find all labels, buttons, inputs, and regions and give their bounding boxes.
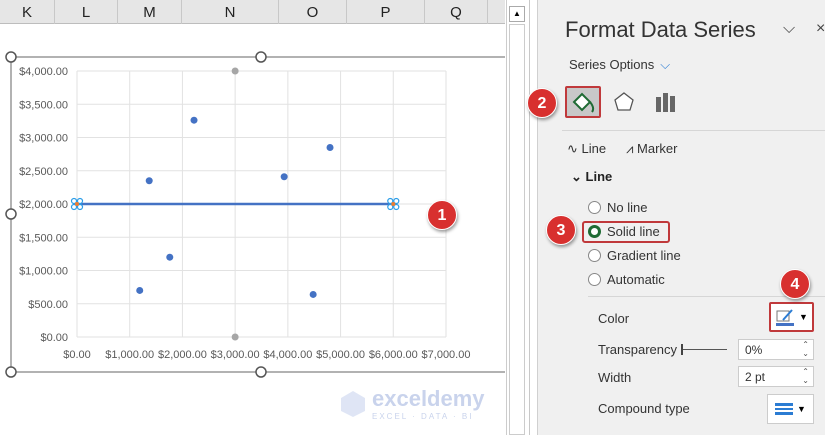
format-data-series-pane: Format Data Series ⌵ × Series Options ⌵ ∿… <box>537 0 825 435</box>
step-badge-4: 4 <box>780 269 810 299</box>
exceldemy-logo-icon <box>341 390 365 417</box>
line-icon: ∿ <box>567 141 582 156</box>
radio-icon <box>588 273 601 286</box>
y-tick-label: $3,000.00 <box>19 133 68 145</box>
no-line-radio[interactable]: No line <box>588 200 647 215</box>
compound-type-label: Compound type <box>598 401 690 416</box>
width-input[interactable]: 2 pt ⌃ ⌄ <box>738 366 814 387</box>
radio-label: Gradient line <box>607 248 681 263</box>
width-label: Width <box>598 370 632 385</box>
data-point[interactable] <box>280 173 288 181</box>
y-tick-label: $1,500.00 <box>19 232 68 244</box>
y-tick-label: $1,000.00 <box>19 266 68 278</box>
line-color-picker[interactable]: ▼ <box>769 302 814 332</box>
data-point[interactable] <box>136 286 144 294</box>
fill-line-tab[interactable] <box>565 86 601 118</box>
transparency-slider[interactable] <box>681 344 727 355</box>
x-tick-label: $4,000.00 <box>263 349 312 361</box>
width-value: 2 pt <box>745 370 766 384</box>
y-tick-label: $2,500.00 <box>19 166 68 178</box>
scroll-track[interactable] <box>509 24 525 435</box>
step-badge-2: 2 <box>527 88 557 118</box>
pane-title: Format Data Series <box>565 17 756 42</box>
transparency-value: 0% <box>745 343 763 357</box>
dropdown-arrow-icon: ▼ <box>799 312 808 322</box>
line-section-header[interactable]: ⌄ Line <box>571 169 612 185</box>
x-tick-label: $1,000.00 <box>105 349 154 361</box>
y-tick-label: $0.00 <box>40 332 68 344</box>
resize-handle[interactable] <box>5 366 17 378</box>
data-point[interactable] <box>309 290 317 298</box>
radio-icon <box>588 249 601 262</box>
chevron-down-icon: ⌄ <box>571 169 586 184</box>
compound-lines-icon <box>775 403 794 415</box>
series-options-tab[interactable] <box>648 86 684 118</box>
vertical-scrollbar[interactable]: ▲ <box>506 0 528 435</box>
dropdown-arrow-icon: ▼ <box>797 404 806 414</box>
radio-icon <box>588 201 601 214</box>
gradient-line-radio[interactable]: Gradient line <box>588 248 681 263</box>
marker-icon: ⩘ <box>626 141 638 156</box>
data-point[interactable] <box>190 116 198 124</box>
paint-bucket-icon <box>572 92 595 113</box>
data-point[interactable] <box>326 143 334 151</box>
pentagon-icon <box>614 92 634 111</box>
resize-handle[interactable] <box>5 51 17 63</box>
solid-line-radio[interactable]: Solid line <box>588 224 660 239</box>
effects-tab[interactable] <box>606 86 642 118</box>
step-badge-3: 3 <box>546 215 576 245</box>
step-badge-1: 1 <box>427 200 457 230</box>
y-tick-label: $2,000.00 <box>19 199 68 211</box>
x-tick-label: $2,000.00 <box>158 349 207 361</box>
x-tick-label: $6,000.00 <box>369 349 418 361</box>
data-point[interactable] <box>145 177 153 185</box>
line-tab[interactable]: ∿ Line <box>567 141 606 157</box>
watermark: exceldemy EXCEL · DATA · BI <box>340 386 485 421</box>
radio-label: No line <box>607 200 648 215</box>
y-tick-label: $3,500.00 <box>19 99 68 111</box>
data-point[interactable] <box>231 67 239 75</box>
spinner-icon[interactable]: ⌃ ⌄ <box>802 367 809 385</box>
x-tick-label: $7,000.00 <box>422 349 471 361</box>
automatic-radio[interactable]: Automatic <box>588 272 665 287</box>
x-tick-label: $0.00 <box>63 349 91 361</box>
bar-chart-icon <box>656 93 675 112</box>
compound-type-dropdown[interactable]: ▼ <box>767 394 814 424</box>
slider-thumb[interactable] <box>681 344 683 355</box>
line-section-label: Line <box>585 169 613 184</box>
y-tick-label: $500.00 <box>28 299 68 311</box>
radio-label: Automatic <box>607 272 665 287</box>
chevron-down-icon: ⌵ <box>660 57 671 72</box>
scroll-up-icon[interactable]: ▲ <box>509 6 525 22</box>
data-point[interactable] <box>231 333 239 341</box>
resize-handle[interactable] <box>5 208 17 220</box>
marker-tab-label: Marker <box>637 141 678 156</box>
x-tick-label: $5,000.00 <box>316 349 365 361</box>
series-options-dropdown[interactable]: Series Options ⌵ <box>569 57 670 73</box>
data-point[interactable] <box>166 253 174 261</box>
color-label: Color <box>598 311 630 326</box>
y-tick-label: $4,000.00 <box>19 66 68 78</box>
line-endpoint[interactable] <box>391 202 396 206</box>
transparency-label: Transparency <box>598 342 677 357</box>
x-tick-label: $3,000.00 <box>211 349 260 361</box>
close-icon[interactable]: × <box>816 20 825 38</box>
line-tab-label: Line <box>581 141 607 156</box>
resize-handle[interactable] <box>255 51 267 63</box>
radio-label: Solid line <box>607 224 660 239</box>
transparency-input[interactable]: 0% ⌃ ⌄ <box>738 339 814 360</box>
watermark-tagline: EXCEL · DATA · BI <box>372 412 474 421</box>
resize-handle[interactable] <box>255 366 267 378</box>
marker-tab[interactable]: ⩘ Marker <box>626 141 677 157</box>
series-options-label: Series Options <box>569 57 655 72</box>
pen-color-icon <box>776 309 795 326</box>
watermark-name: exceldemy <box>372 386 485 411</box>
radio-selected-icon <box>588 225 601 238</box>
spinner-icon[interactable]: ⌃ ⌄ <box>802 340 809 358</box>
line-endpoint[interactable] <box>75 202 79 206</box>
pane-options-chevron-icon[interactable]: ⌵ <box>783 20 795 38</box>
